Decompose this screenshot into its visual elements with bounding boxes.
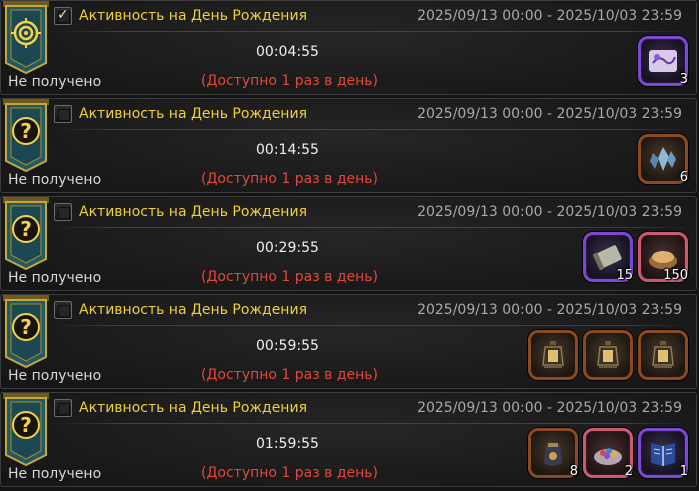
reward-slot[interactable]: 150 (638, 232, 688, 283)
activity-row: ? Не получено Активность на День Рождения 2… (0, 98, 697, 193)
reward-quantity: 2 (624, 464, 633, 479)
activity-title: Активность на День Рождения (79, 400, 307, 416)
reward-list (528, 330, 688, 382)
availability-note: (Доступно 1 раз в день) (201, 73, 379, 89)
activity-checkbox[interactable] (54, 203, 72, 221)
row-divider (53, 227, 690, 228)
reward-slot[interactable]: 8 (528, 428, 578, 479)
reward-quantity: 150 (663, 268, 688, 283)
activity-row: Не получено ✓ Активность на День Рождения 2… (0, 0, 697, 95)
activity-period: 2025/09/13 00:00 - 2025/10/03 23:59 (417, 400, 682, 416)
svg-text:?: ? (20, 315, 32, 339)
activity-title: Активность на День Рождения (79, 106, 307, 122)
activity-period: 2025/09/13 00:00 - 2025/10/03 23:59 (417, 106, 682, 122)
claim-status: Не получено (8, 172, 102, 188)
reward-slot[interactable]: 2 (583, 428, 633, 479)
reward-quantity: 6 (679, 170, 688, 185)
activity-row: ? Не получено Активность на День Рождения 2… (0, 196, 697, 291)
reward-list: 3 (638, 36, 688, 88)
checkbox-box (58, 207, 70, 219)
availability-note: (Доступно 1 раз в день) (201, 171, 379, 187)
reward-quantity: 3 (679, 72, 688, 87)
reward-slot[interactable]: 1 (638, 428, 688, 479)
reward-slot[interactable] (638, 330, 688, 380)
question-emblem-icon: ? (3, 393, 49, 468)
availability-note: (Доступно 1 раз в день) (201, 269, 379, 285)
activity-checkbox[interactable] (54, 301, 72, 319)
activity-row: ? Не получено Активность на День Рождения 2… (0, 294, 697, 389)
row-divider (53, 325, 690, 326)
activity-title: Активность на День Рождения (79, 204, 307, 220)
svg-text:?: ? (20, 217, 32, 241)
claim-status: Не получено (8, 368, 102, 384)
countdown-timer: 00:59:55 (256, 338, 319, 354)
reward-slot[interactable]: 3 (638, 36, 688, 87)
availability-note: (Доступно 1 раз в день) (201, 367, 379, 383)
activity-checkbox[interactable] (54, 105, 72, 123)
svg-text:?: ? (20, 119, 32, 143)
reward-quantity: 8 (569, 464, 578, 479)
question-emblem-icon: ? (3, 295, 49, 370)
claim-status: Не получено (8, 270, 102, 286)
reward-list: 6 (638, 134, 688, 186)
reward-slot[interactable]: 6 (638, 134, 688, 185)
activity-period: 2025/09/13 00:00 - 2025/10/03 23:59 (417, 8, 682, 24)
countdown-timer: 00:14:55 (256, 142, 319, 158)
reward-slot[interactable] (583, 330, 633, 380)
checkbox-box (58, 403, 70, 415)
activity-list: Не получено ✓ Активность на День Рождения 2… (0, 0, 699, 491)
reward-quantity: 1 (679, 464, 688, 479)
reward-list: 15 150 (583, 232, 688, 284)
question-emblem-icon: ? (3, 197, 49, 272)
reward-list: 8 2 1 (528, 428, 688, 480)
checkmark-icon: ✓ (57, 7, 69, 23)
countdown-timer: 00:29:55 (256, 240, 319, 256)
question-emblem-icon: ? (3, 99, 49, 174)
activity-period: 2025/09/13 00:00 - 2025/10/03 23:59 (417, 302, 682, 318)
checkbox-box (58, 305, 70, 317)
target-emblem-icon (3, 1, 49, 76)
claim-status: Не получено (8, 466, 102, 482)
claim-status: Не получено (8, 74, 102, 90)
activity-period: 2025/09/13 00:00 - 2025/10/03 23:59 (417, 204, 682, 220)
activity-title: Активность на День Рождения (79, 8, 307, 24)
countdown-timer: 01:59:55 (256, 436, 319, 452)
reward-slot[interactable] (528, 330, 578, 380)
svg-text:?: ? (20, 413, 32, 437)
activity-title: Активность на День Рождения (79, 302, 307, 318)
activity-checkbox[interactable]: ✓ (54, 7, 72, 25)
row-divider (53, 423, 690, 424)
countdown-timer: 00:04:55 (256, 44, 319, 60)
reward-quantity: 15 (616, 268, 633, 283)
reward-slot[interactable]: 15 (583, 232, 633, 283)
row-divider (53, 129, 690, 130)
activity-row: ? Не получено Активность на День Рождения 2… (0, 392, 697, 487)
row-divider (53, 31, 690, 32)
activity-checkbox[interactable] (54, 399, 72, 417)
availability-note: (Доступно 1 раз в день) (201, 465, 379, 481)
checkbox-box (58, 109, 70, 121)
